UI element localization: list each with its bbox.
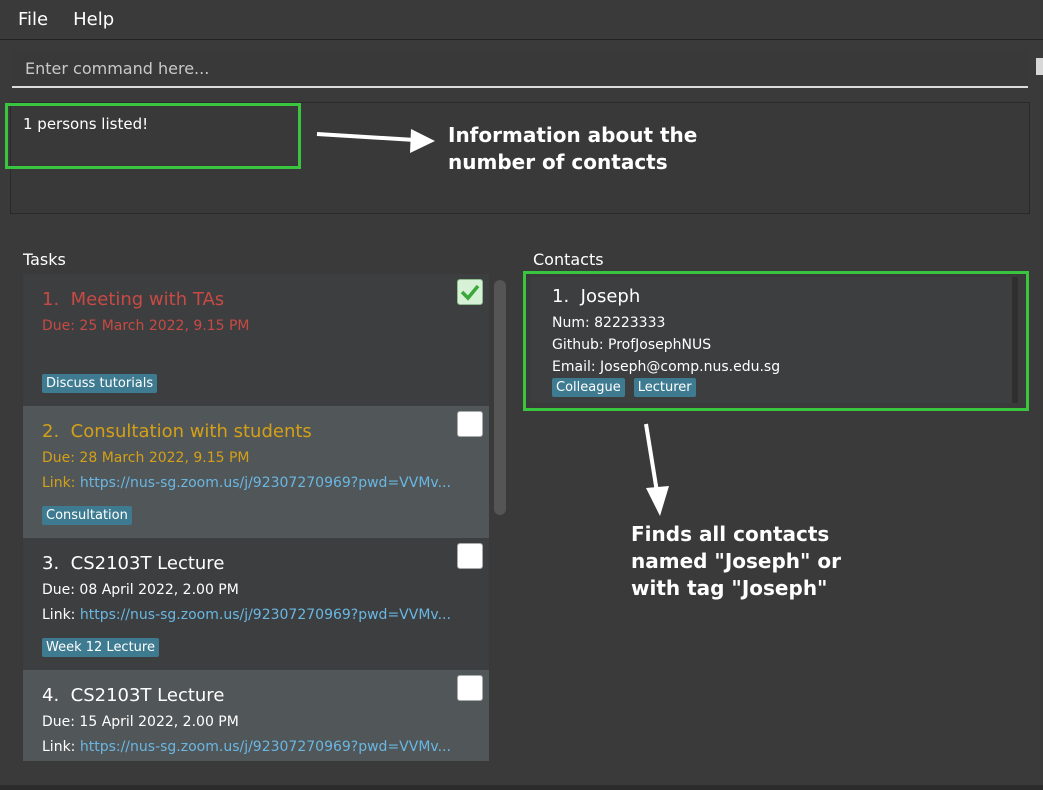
task-link-url[interactable]: https://nus-sg.zoom.us/j/92307270969?pwd… xyxy=(80,607,451,623)
task-list-scrollbar[interactable] xyxy=(494,280,506,515)
task-done-checkbox[interactable] xyxy=(457,543,483,569)
task-done-checkbox[interactable] xyxy=(457,675,483,701)
task-due: Due: 15 April 2022, 2.00 PM xyxy=(42,714,239,730)
task-due: Due: 25 March 2022, 9.15 PM xyxy=(42,318,250,334)
task-card[interactable]: 2. Consultation with students Due: 28 Ma… xyxy=(23,406,489,538)
menu-help[interactable]: Help xyxy=(72,9,115,30)
task-tag: Discuss tutorials xyxy=(42,374,158,393)
command-box-edge xyxy=(1036,58,1043,75)
contact-highlight-box xyxy=(523,271,1029,411)
task-link: Link: https://nus-sg.zoom.us/j/923072709… xyxy=(42,475,451,491)
task-done-checkbox[interactable] xyxy=(457,411,483,437)
task-title: 1. Meeting with TAs xyxy=(42,289,225,310)
task-link-url[interactable]: https://nus-sg.zoom.us/j/92307270969?pwd… xyxy=(80,475,451,491)
command-input[interactable] xyxy=(12,50,1028,88)
task-tag: Consultation xyxy=(42,506,132,525)
task-list[interactable]: 1. Meeting with TAs Due: 25 March 2022, … xyxy=(23,274,489,761)
task-title: 4. CS2103T Lecture xyxy=(42,685,225,706)
task-due: Due: 28 March 2022, 9.15 PM xyxy=(42,450,250,466)
arrow-down-icon xyxy=(644,423,669,516)
checkmark-icon xyxy=(460,284,480,301)
result-highlight-box xyxy=(5,103,301,169)
task-title: 2. Consultation with students xyxy=(42,421,312,442)
annotation-finds: Finds all contacts named "Joseph" or wit… xyxy=(631,522,842,600)
task-card[interactable]: 3. CS2103T Lecture Due: 08 April 2022, 2… xyxy=(23,538,489,670)
task-link-url[interactable]: https://nus-sg.zoom.us/j/92307270969?pwd… xyxy=(80,739,451,755)
tasks-label: Tasks xyxy=(23,250,66,269)
arrow-right-icon xyxy=(316,129,435,153)
task-link: Link: https://nus-sg.zoom.us/j/923072709… xyxy=(42,607,451,623)
task-card[interactable]: 1. Meeting with TAs Due: 25 March 2022, … xyxy=(23,274,489,406)
annotation-info: Information about the number of contacts xyxy=(448,123,698,174)
window-bottom-edge xyxy=(0,785,1043,790)
task-link: Link: https://nus-sg.zoom.us/j/923072709… xyxy=(42,739,451,755)
menu-bar: File Help xyxy=(0,0,1043,40)
task-done-checkbox[interactable] xyxy=(457,279,483,305)
menu-file[interactable]: File xyxy=(17,9,49,30)
task-card[interactable]: 4. CS2103T Lecture Due: 15 April 2022, 2… xyxy=(23,670,489,761)
task-title: 3. CS2103T Lecture xyxy=(42,553,225,574)
contacts-label: Contacts xyxy=(533,250,604,269)
task-due: Due: 08 April 2022, 2.00 PM xyxy=(42,582,239,598)
task-tag: Week 12 Lecture xyxy=(42,638,159,657)
